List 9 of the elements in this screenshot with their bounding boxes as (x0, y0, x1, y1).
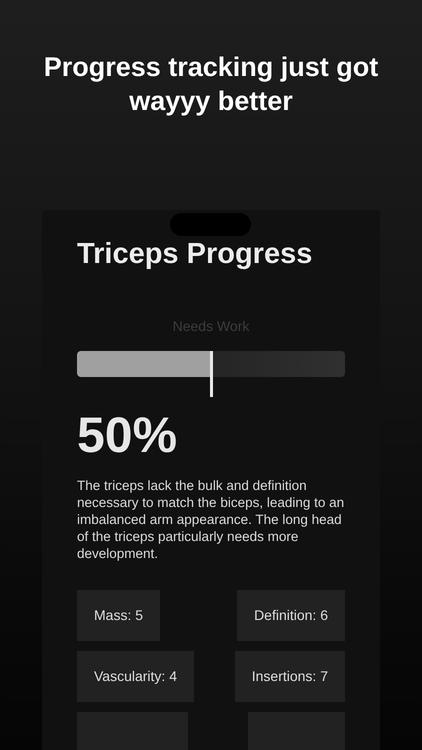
description: The triceps lack the bulk and definition necessary to match the biceps, leading to an imbalanced arm appearance. The long head of the triceps particularly needs more development. (77, 477, 345, 562)
progress-marker (210, 351, 213, 397)
headline: Progress tracking just got wayyy better (42, 51, 380, 118)
stat-tile: Insertions: 7 (234, 651, 345, 702)
stat-tile: Vascularity: 4 (77, 651, 194, 702)
screen-title: Triceps Progress (77, 237, 314, 272)
stat-tile: Mass: 5 (77, 590, 160, 641)
percent-value: 50% (77, 407, 178, 463)
stat-tile: Definition: 6 (237, 590, 345, 641)
